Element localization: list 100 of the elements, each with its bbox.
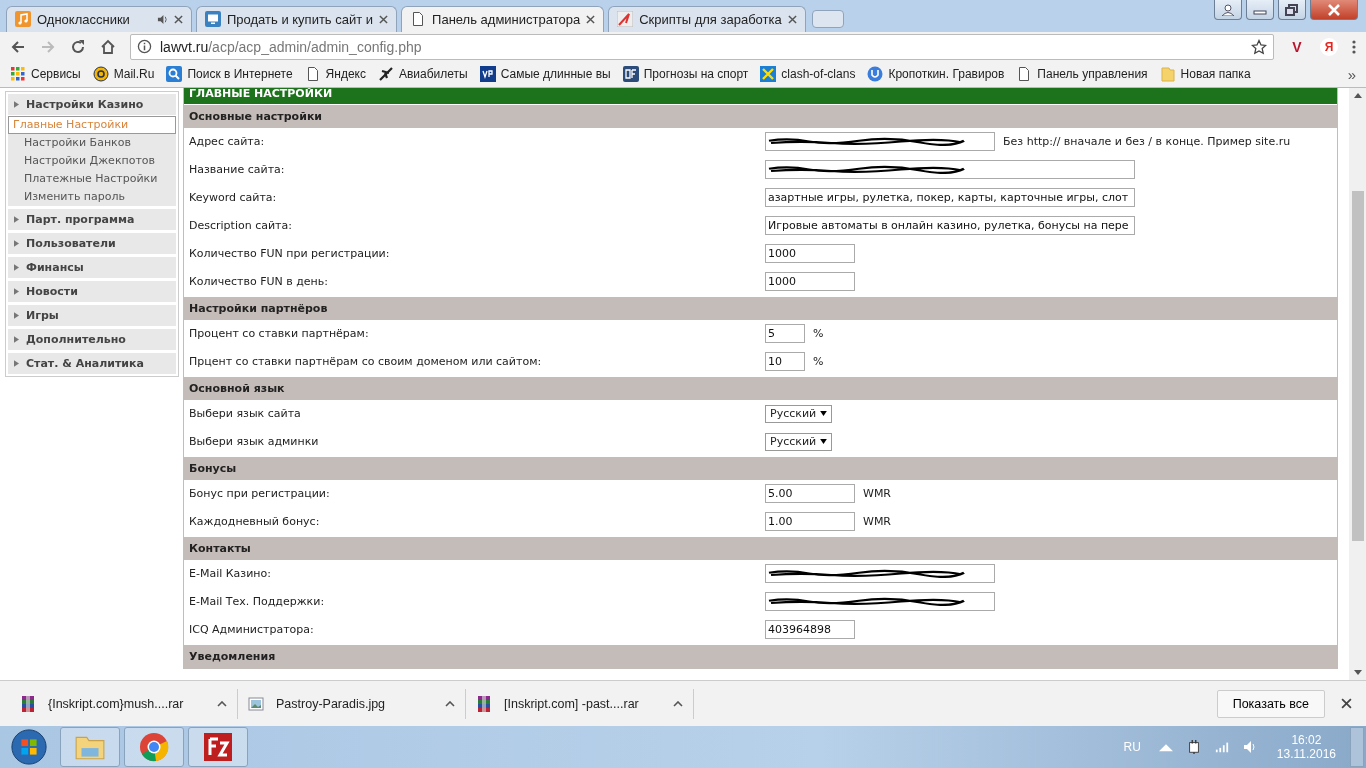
browser-tab[interactable]: Панель администратора: [401, 5, 605, 32]
input-field[interactable]: 10: [765, 352, 805, 372]
input-field[interactable]: 1.00: [765, 512, 855, 532]
taskbar-button[interactable]: [124, 727, 184, 767]
extension-button[interactable]: V: [1288, 38, 1306, 55]
bookmark[interactable]: Авиабилеты: [377, 66, 468, 83]
sidebar-section[interactable]: Финансы: [8, 256, 176, 278]
sidebar-section[interactable]: Парт. программа: [8, 208, 176, 230]
info-icon[interactable]: [137, 39, 152, 55]
download-item[interactable]: Pastroy-Paradis.jpg: [238, 688, 466, 719]
caret-icon[interactable]: [217, 700, 227, 707]
close-icon[interactable]: [787, 14, 797, 24]
scroll-down-icon[interactable]: [1353, 670, 1362, 676]
close-icon[interactable]: [586, 14, 596, 24]
bookmark[interactable]: Самые длинные вы: [479, 66, 611, 83]
sidebar-link[interactable]: Настройки Джекпотов: [8, 151, 176, 170]
dropdown-arrow-icon: [820, 439, 828, 445]
field-label: Description сайта:: [188, 219, 293, 233]
bookmark[interactable]: Mail.Ru: [92, 66, 155, 83]
image-file-icon: [248, 694, 264, 713]
bookmark[interactable]: Панель управления: [1016, 66, 1148, 83]
taskbar-button[interactable]: [188, 727, 248, 767]
sidebar-link[interactable]: Платежные Настройки: [8, 169, 176, 188]
apps-grid-icon: [10, 66, 26, 83]
field-label: Количество FUN при регистрации:: [188, 247, 391, 261]
field-hint: %: [813, 327, 824, 341]
input-field[interactable]: 1000: [765, 244, 855, 264]
speaker-icon[interactable]: [157, 13, 168, 25]
archive-icon: [476, 694, 492, 713]
sidebar-link[interactable]: Изменить пароль: [8, 187, 176, 206]
input-field[interactable]: Игровые автоматы в онлайн казино, рулетка, бонусы на пере: [765, 216, 1135, 236]
close-icon[interactable]: [1341, 698, 1352, 710]
sidebar-section[interactable]: Пользователи: [8, 232, 176, 254]
user-button[interactable]: [1214, 0, 1242, 20]
close-icon[interactable]: [379, 14, 389, 24]
more-bookmarks-button[interactable]: »: [1347, 65, 1356, 83]
language-dropdown[interactable]: Русский: [765, 432, 833, 451]
chrome-icon: [139, 732, 169, 762]
folder-icon: [1159, 66, 1176, 83]
section-header: Основной язык: [184, 375, 1337, 400]
field-label: ICQ Администратора:: [188, 623, 315, 637]
sidebar-section[interactable]: Стат. & Аналитика: [8, 352, 176, 374]
browser-tab[interactable]: Скрипты для заработка: [608, 5, 806, 32]
close-icon[interactable]: [174, 14, 183, 24]
sidebar-section[interactable]: Настройки Казино: [8, 93, 176, 115]
bookmark[interactable]: Поиск в Интернете: [166, 66, 293, 83]
input-field[interactable]: 1000: [765, 272, 855, 292]
sidebar-section[interactable]: Дополнительно: [8, 328, 176, 350]
section-header: Контакты: [184, 535, 1337, 560]
reload-icon[interactable]: [70, 38, 86, 55]
caret-icon[interactable]: [673, 700, 683, 707]
bookmark[interactable]: clash-of-clans: [760, 66, 856, 83]
bookmark[interactable]: Сервисы: [10, 66, 81, 83]
input-field[interactable]: азартные игры, рулетка, покер, карты, карточные игры, слот: [765, 188, 1135, 208]
field-label: Выбери язык сайта: [188, 407, 302, 421]
download-item[interactable]: {Inskript.com}mush....rar: [10, 688, 238, 719]
input-field[interactable]: 403964898: [765, 620, 855, 640]
maximize-button[interactable]: [1278, 0, 1306, 20]
menu-icon[interactable]: [1352, 38, 1356, 55]
chart-icon: [617, 11, 634, 28]
language-dropdown[interactable]: Русский: [765, 404, 833, 423]
sidebar-link[interactable]: Настройки Банков: [8, 133, 176, 152]
triangle-icon: [14, 311, 19, 319]
input-field[interactable]: 5: [765, 324, 805, 344]
home-icon[interactable]: [100, 38, 116, 55]
scroll-up-icon[interactable]: [1353, 92, 1362, 98]
minimize-button[interactable]: [1246, 0, 1274, 20]
triangle-icon: [14, 215, 19, 223]
bookmark[interactable]: Прогнозы на спорт: [622, 66, 749, 83]
bookmark[interactable]: Яндекс: [304, 66, 366, 83]
square-logo-icon: [479, 66, 496, 83]
triangle-icon: [14, 100, 19, 108]
bookmark[interactable]: Новая папка: [1159, 66, 1251, 83]
sidebar-section[interactable]: Новости: [8, 280, 176, 302]
section-header: Основные настройки: [184, 103, 1337, 128]
dropdown-arrow-icon: [820, 411, 828, 417]
address-bar[interactable]: lawvt.ru/acp/acp_admin/admin_config.php: [130, 33, 1274, 60]
caret-icon[interactable]: [445, 700, 455, 707]
power-plug-icon[interactable]: [1186, 740, 1201, 754]
extension-button[interactable]: Я: [1320, 37, 1338, 56]
back-icon[interactable]: [10, 38, 26, 55]
section-header: Настройки партнёров: [184, 295, 1337, 320]
field-label: Бонус при регистрации:: [188, 487, 331, 501]
section-header: Бонусы: [184, 455, 1337, 480]
mail-logo-icon: [92, 66, 109, 83]
scrollbar[interactable]: [1349, 87, 1366, 681]
browser-tab[interactable]: Продать и купить сайт и: [196, 5, 398, 32]
browser-tab[interactable]: Одноклассники: [6, 5, 192, 32]
sidebar-section[interactable]: Игры: [8, 304, 176, 326]
star-icon[interactable]: [1251, 38, 1267, 55]
download-item[interactable]: [Inskript.com] -past....rar: [466, 688, 694, 719]
show-all-button[interactable]: Показать все: [1216, 689, 1325, 718]
field-hint: WMR: [863, 487, 891, 501]
input-field[interactable]: 5.00: [765, 484, 855, 504]
square-logo-icon: [622, 66, 639, 83]
close-button[interactable]: [1310, 0, 1358, 20]
monitor-icon: [205, 11, 221, 28]
bookmark[interactable]: Кропоткин. Гравиров: [867, 66, 1005, 83]
triangle-icon: [14, 359, 19, 367]
section-header: Уведомления: [184, 643, 1337, 668]
